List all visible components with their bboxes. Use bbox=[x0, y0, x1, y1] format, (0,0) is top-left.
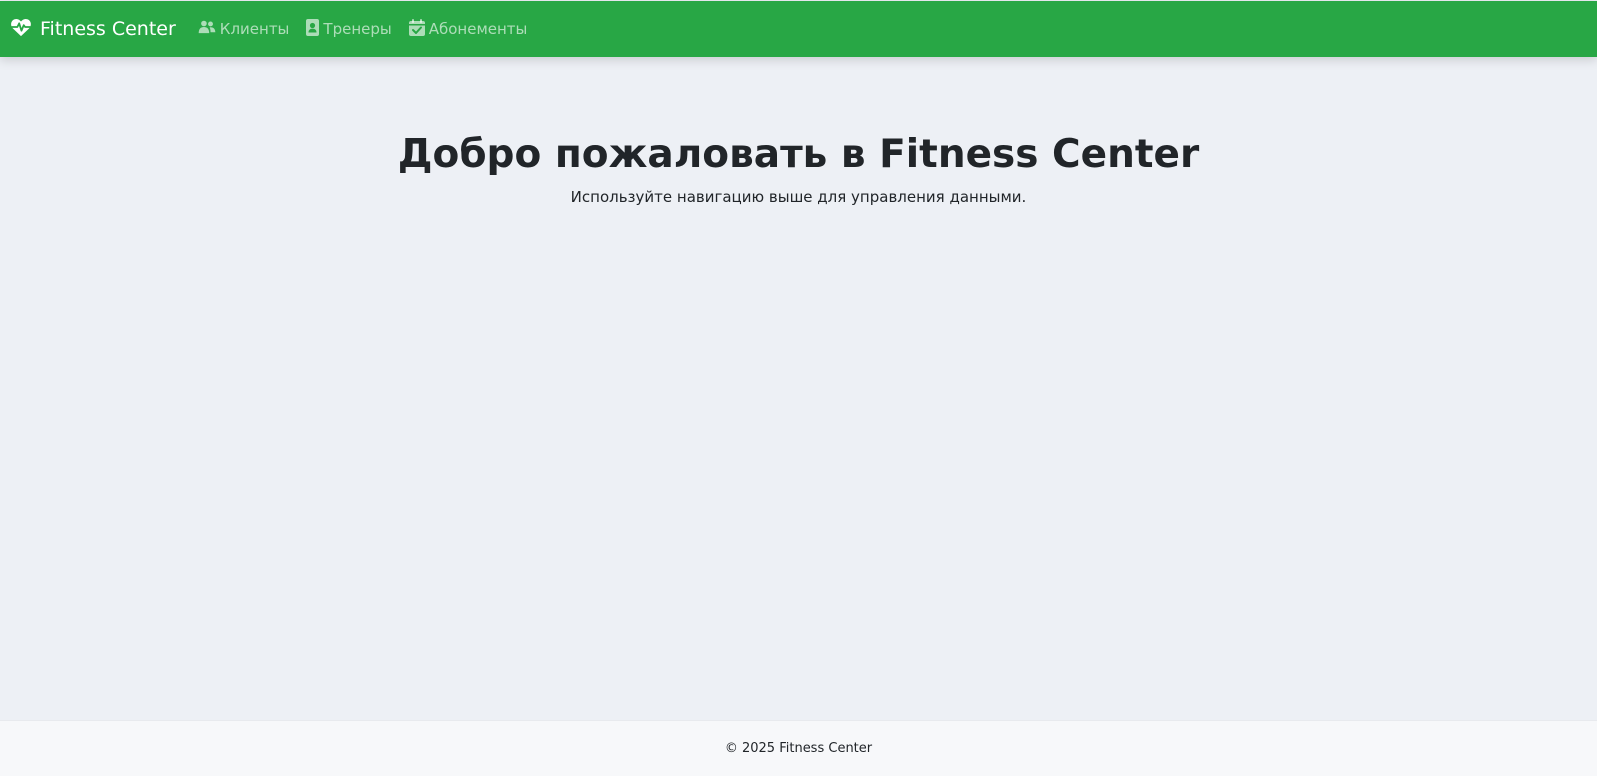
nav-link-memberships[interactable]: Абонементы bbox=[408, 18, 528, 40]
id-badge-icon bbox=[306, 18, 323, 40]
page-subtitle: Используйте навигацию выше для управлени… bbox=[570, 188, 1027, 206]
nav-link-clients[interactable]: Клиенты bbox=[198, 20, 290, 38]
calendar-check-icon bbox=[408, 18, 429, 40]
page-title: Добро пожаловать в Fitness Center bbox=[397, 132, 1200, 177]
brand-link[interactable]: Fitness Center bbox=[10, 17, 176, 42]
heart-pulse-icon bbox=[10, 17, 40, 42]
nav-link-label: Тренеры bbox=[323, 20, 392, 38]
welcome-section: Добро пожаловать в Fitness Center Исполь… bbox=[0, 130, 1597, 208]
footer-text: © 2025 Fitness Center bbox=[724, 741, 873, 756]
brand-label: Fitness Center bbox=[40, 18, 176, 40]
page-footer: © 2025 Fitness Center bbox=[0, 720, 1597, 776]
nav-link-label: Клиенты bbox=[219, 20, 290, 38]
users-icon bbox=[198, 20, 220, 38]
nav-link-trainers[interactable]: Тренеры bbox=[306, 18, 392, 40]
top-navbar: Fitness Center Клиенты Тренеры Абонемент… bbox=[0, 1, 1597, 57]
nav-link-label: Абонементы bbox=[428, 20, 528, 38]
